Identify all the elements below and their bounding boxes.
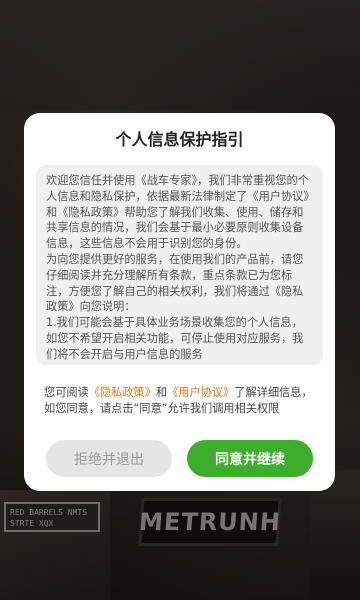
summary-and: 和: [155, 386, 168, 399]
summary-prefix: 您可阅读: [44, 386, 89, 399]
reject-exit-button[interactable]: 拒绝并退出: [46, 440, 172, 477]
user-agreement-link[interactable]: 《用户协议》: [167, 386, 234, 399]
dialog-buttons: 拒绝并退出 同意并继续: [24, 440, 335, 477]
privacy-policy-link[interactable]: 《隐私政策》: [89, 386, 156, 399]
agree-continue-button[interactable]: 同意并继续: [187, 440, 313, 477]
policy-scroll-area[interactable]: 欢迎您信任并使用《战车专家》，我们非常重视您的个人信息和隐私保护，依据最新法律制…: [36, 165, 323, 365]
dialog-summary: 您可阅读《隐私政策》和《用户协议》了解详细信息，如您同意，请点击“同意”允许我们…: [36, 385, 323, 417]
dialog-title: 个人信息保护指引: [115, 130, 244, 149]
policy-body-text: 欢迎您信任并使用《战车专家》，我们非常重视您的个人信息和隐私保护，依据最新法律制…: [46, 174, 309, 361]
privacy-dialog: 个人信息保护指引 欢迎您信任并使用《战车专家》，我们非常重视您的个人信息和隐私保…: [24, 113, 335, 491]
